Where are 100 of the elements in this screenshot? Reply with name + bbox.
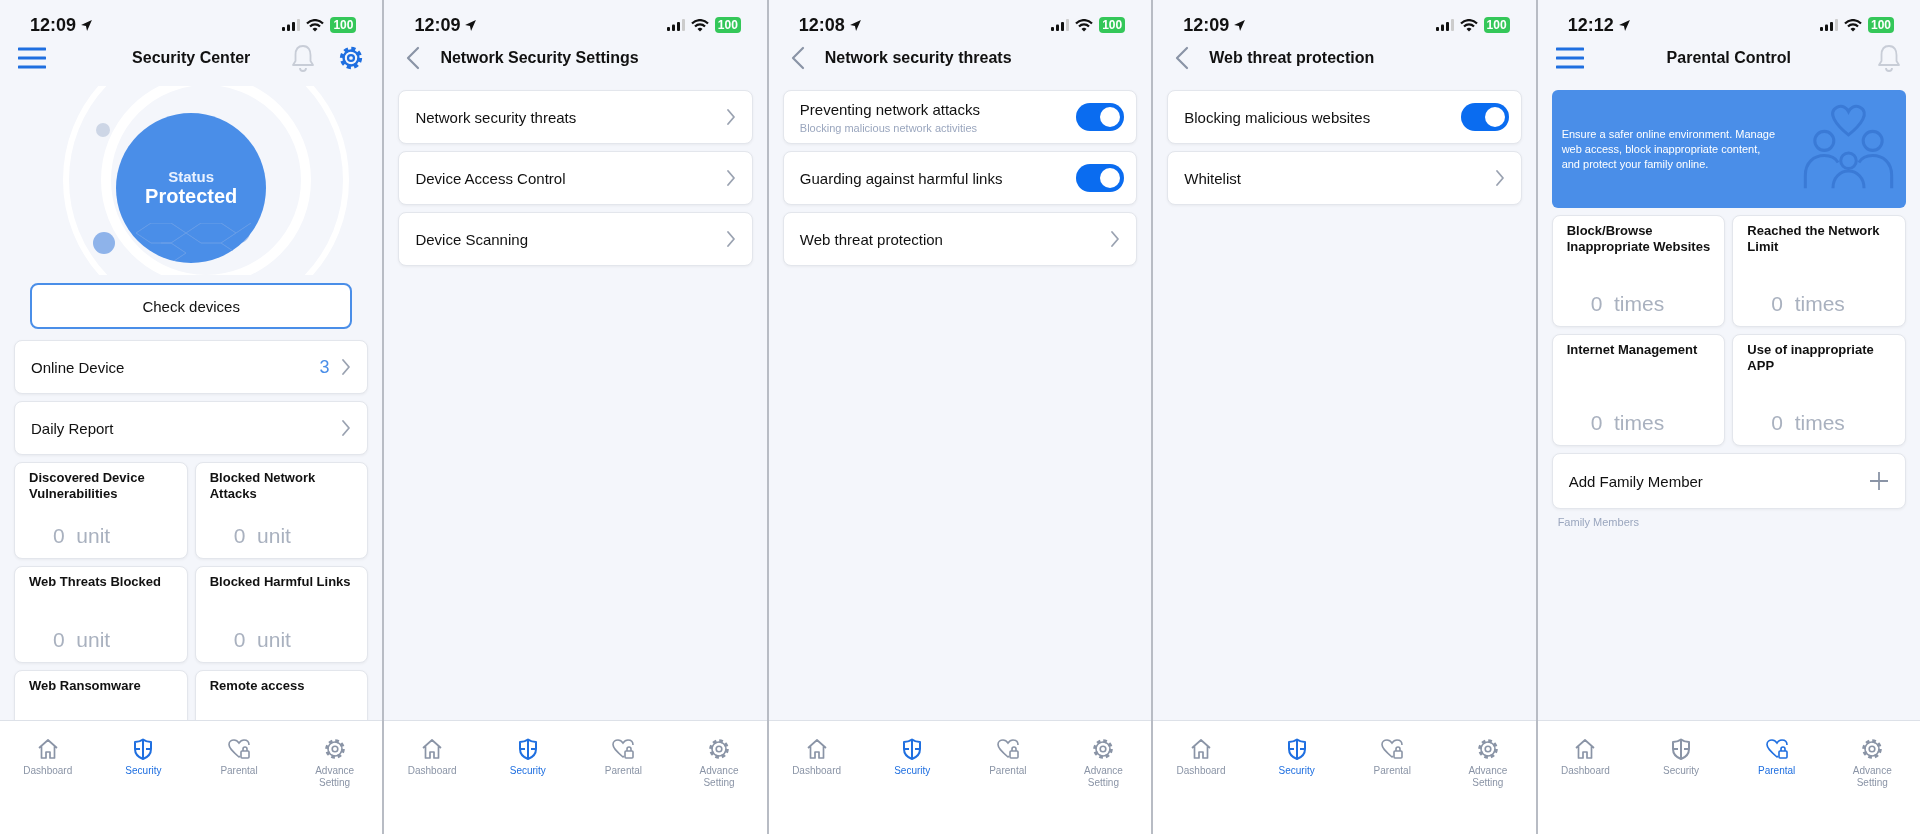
tile-title: Use of inappropriate APP — [1747, 342, 1875, 374]
back-icon[interactable] — [406, 46, 421, 70]
stat-tile[interactable]: Remote access — [194, 670, 369, 720]
signal-icon — [666, 19, 685, 31]
list-row[interactable]: Network security threats — [398, 90, 753, 144]
wifi-icon — [1459, 18, 1478, 32]
stat-tile[interactable]: Reached the Network Limit 0 times — [1732, 215, 1907, 327]
tile-count: 0 unit — [233, 628, 292, 652]
stat-tile[interactable]: Web Threats Blocked 0 unit — [14, 566, 188, 663]
screen-title: Network Security Settings — [440, 49, 639, 67]
menu-icon[interactable] — [18, 47, 46, 69]
settings-icon — [1475, 737, 1500, 761]
stat-tile[interactable]: Discovered Device Vulnerabilities 0 unit — [14, 462, 188, 559]
status-time: 12:12 — [1567, 14, 1614, 36]
stat-tile[interactable]: Use of inappropriate APP 0 times — [1732, 334, 1907, 446]
chevron-right-icon — [1494, 169, 1505, 187]
tab-item[interactable]: Advance Setting — [1055, 721, 1152, 834]
location-arrow-icon — [80, 18, 94, 32]
tab-item[interactable]: Dashboard — [1153, 721, 1249, 834]
tab-item[interactable]: Dashboard — [0, 721, 96, 834]
tab-item[interactable]: Dashboard — [768, 721, 865, 834]
chevron-right-icon — [725, 230, 736, 248]
signal-icon — [1435, 19, 1454, 31]
tab-item[interactable]: Security — [95, 721, 192, 834]
row-label: Daily Report — [31, 419, 114, 437]
tab-item[interactable]: Dashboard — [384, 721, 480, 834]
tab-item[interactable]: Advance Setting — [1824, 721, 1920, 834]
add-family-member-row[interactable]: Add Family Member — [1551, 453, 1907, 509]
chevron-right-icon — [725, 108, 736, 126]
list-row[interactable]: Daily Report — [14, 401, 369, 455]
tile-count: 0 times — [1771, 411, 1846, 435]
row-label: Online Device — [31, 358, 125, 376]
chevron-right-icon — [341, 358, 352, 376]
chevron-right-icon — [1110, 230, 1121, 248]
stat-tile[interactable]: Blocked Harmful Links 0 unit — [194, 566, 369, 663]
back-icon[interactable] — [790, 46, 805, 70]
tab-item[interactable]: Parental — [575, 721, 672, 834]
heart-lock-icon — [611, 737, 636, 761]
chevron-right-icon — [341, 419, 352, 437]
tab-item[interactable]: Parental — [1344, 721, 1441, 834]
list-row[interactable]: Device Scanning — [398, 212, 753, 266]
tile-count: 0 unit — [53, 628, 112, 652]
battery-level: 100 — [1483, 17, 1510, 33]
check-devices-button[interactable]: Check devices — [30, 283, 353, 329]
stat-tile[interactable]: Block/Browse Inappropriate Websites 0 times — [1551, 215, 1726, 327]
toggle-switch[interactable] — [1076, 103, 1125, 131]
toggle-switch[interactable] — [1076, 164, 1125, 192]
tab-item[interactable]: Security — [864, 721, 961, 834]
tab-item[interactable]: Parental — [960, 721, 1056, 834]
heart-lock-icon — [1380, 737, 1405, 761]
tile-count: 0 times — [1590, 292, 1666, 316]
tab-item[interactable]: Advance Setting — [671, 721, 767, 834]
row-label: Guarding against harmful links — [799, 169, 1003, 187]
tab-item[interactable]: Security — [480, 721, 576, 834]
battery-level: 100 — [714, 17, 741, 33]
status-time: 12:09 — [1183, 14, 1230, 36]
list-row[interactable]: Web threat protection — [782, 212, 1138, 266]
tab-item[interactable]: Parental — [1728, 721, 1825, 834]
battery-level: 100 — [1099, 17, 1126, 33]
toggle-switch[interactable] — [1460, 103, 1509, 131]
tab-item[interactable]: Security — [1248, 721, 1345, 834]
tab-item[interactable]: Dashboard — [1537, 721, 1634, 834]
tab-item[interactable]: Advance Setting — [1440, 721, 1536, 834]
tab-item[interactable]: Security — [1633, 721, 1729, 834]
screen-title: Security Center — [132, 49, 251, 67]
settings-icon — [1860, 737, 1885, 761]
row-sublabel: Blocking malicious network activities — [799, 121, 979, 134]
chevron-right-icon — [725, 169, 736, 187]
tile-title: Block/Browse Inappropriate Websites — [1566, 223, 1711, 255]
tile-count: 0 times — [1771, 292, 1846, 316]
row-label: Add Family Member — [1568, 472, 1703, 490]
row-label: Web threat protection — [799, 230, 943, 248]
list-row[interactable]: Online Device 3 — [14, 340, 369, 394]
home-icon — [1189, 737, 1213, 761]
status-label: Status — [168, 168, 215, 185]
settings-icon[interactable] — [338, 44, 365, 72]
list-row[interactable]: Whitelist — [1167, 151, 1522, 205]
location-arrow-icon — [1233, 18, 1247, 32]
tile-title: Blocked Network Attacks — [209, 470, 317, 502]
stat-tile[interactable]: Web Ransomware — [14, 670, 188, 720]
heart-lock-icon — [227, 737, 251, 761]
stat-tile[interactable]: Internet Management 0 times — [1551, 334, 1726, 446]
tile-count: 0 times — [1590, 411, 1666, 435]
row-label: Preventing network attacks — [799, 100, 980, 118]
location-arrow-icon — [1617, 18, 1631, 32]
stat-tile[interactable]: Blocked Network Attacks 0 unit — [194, 462, 369, 559]
tab-item[interactable]: Advance Setting — [286, 721, 383, 834]
status-time: 12:09 — [30, 14, 77, 36]
tile-title: Discovered Device Vulnerabilities — [29, 470, 146, 502]
wifi-icon — [1075, 18, 1094, 32]
row-label: Blocking malicious websites — [1184, 108, 1371, 126]
tab-item[interactable]: Parental — [191, 721, 287, 834]
menu-icon[interactable] — [1555, 47, 1584, 69]
tile-title: Blocked Harmful Links — [209, 574, 352, 590]
list-row[interactable]: Device Access Control — [398, 151, 753, 205]
row-label: Device Access Control — [415, 169, 566, 187]
signal-icon — [1820, 19, 1838, 31]
location-arrow-icon — [464, 18, 478, 32]
location-arrow-icon — [848, 18, 862, 32]
back-icon[interactable] — [1175, 46, 1190, 70]
